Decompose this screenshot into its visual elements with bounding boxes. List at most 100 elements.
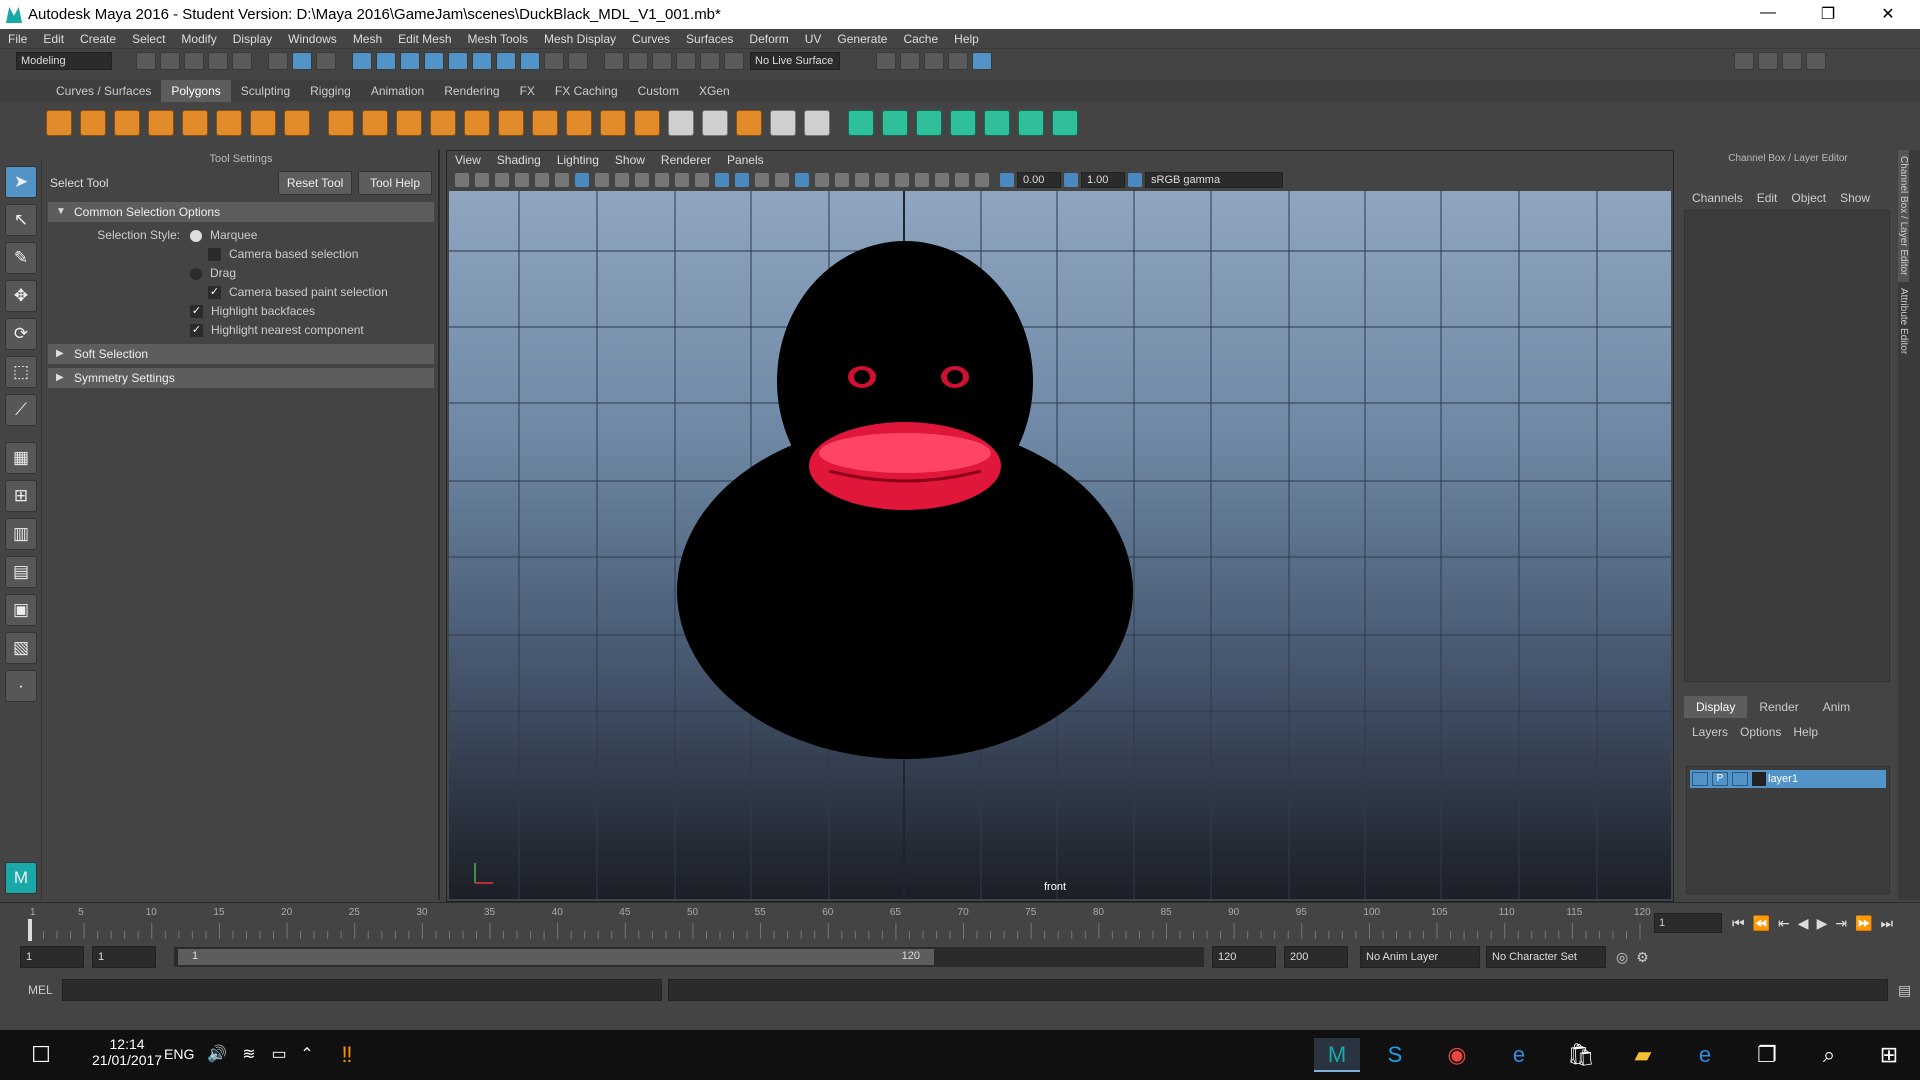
shelf-tab-animation[interactable]: Animation [361, 80, 434, 102]
extrude-icon[interactable] [566, 110, 592, 136]
channel-box-toggle-icon[interactable] [1806, 52, 1826, 70]
menu-edit[interactable]: Edit [43, 29, 64, 49]
vp-menu-show[interactable]: Show [615, 151, 645, 169]
side-tab-channel-box[interactable]: Channel Box / Layer Editor [1898, 150, 1909, 282]
new-scene-icon[interactable] [136, 52, 156, 70]
search-icon[interactable]: ⌕ [1812, 1038, 1846, 1072]
menu-mesh-tools[interactable]: Mesh Tools [468, 29, 528, 49]
store-icon[interactable]: 🛍 [1564, 1038, 1598, 1072]
view-transform-dropdown[interactable]: sRGB gamma [1145, 172, 1283, 188]
xray-components-icon[interactable] [975, 173, 989, 187]
spherical-map-icon[interactable] [916, 110, 942, 136]
black-rubber-duck-model[interactable] [677, 241, 1133, 759]
layer-tab-anim[interactable]: Anim [1811, 696, 1862, 718]
menu-display[interactable]: Display [233, 29, 272, 49]
menu-help[interactable]: Help [954, 29, 979, 49]
motion-blur-icon[interactable] [855, 173, 869, 187]
render-globals-icon[interactable] [972, 52, 992, 70]
merge-icon[interactable] [736, 110, 762, 136]
snap-grid-icon[interactable] [352, 52, 372, 70]
layer-help-menu[interactable]: Help [1793, 725, 1818, 739]
vp-menu-shading[interactable]: Shading [497, 151, 541, 169]
render-frame-icon[interactable] [900, 52, 920, 70]
ambient-occlusion-icon[interactable] [835, 173, 849, 187]
ipr-icon[interactable] [700, 52, 720, 70]
hypershade-icon[interactable] [948, 52, 968, 70]
current-time-marker[interactable] [28, 919, 32, 941]
tool-help-button[interactable]: Tool Help [358, 171, 432, 195]
edge-icon[interactable]: e [1688, 1038, 1722, 1072]
shelf-tab-rendering[interactable]: Rendering [434, 80, 509, 102]
gamma-field[interactable]: 1.00 [1081, 172, 1125, 188]
menuset-dropdown[interactable]: Modeling [16, 52, 112, 70]
attribute-editor-toggle-icon[interactable] [1782, 52, 1802, 70]
textured-icon[interactable] [775, 173, 789, 187]
vp-menu-view[interactable]: View [455, 151, 481, 169]
visibility-toggle[interactable] [1692, 772, 1708, 786]
camera-attributes-icon[interactable] [475, 173, 489, 187]
shelf-tab-polygons[interactable]: Polygons [161, 80, 231, 102]
go-to-end-icon[interactable]: ⏭ [1881, 915, 1894, 932]
poly-pipe-icon[interactable] [284, 110, 310, 136]
menu-create[interactable]: Create [80, 29, 116, 49]
construction-history-icon[interactable] [652, 52, 672, 70]
boolean-icon[interactable] [464, 110, 490, 136]
paint-select-icon[interactable]: ✎ [5, 242, 37, 274]
anim-end-field[interactable]: 200 [1284, 946, 1348, 968]
script-editor-icon[interactable]: ▤ [1898, 982, 1911, 999]
lock-icon[interactable] [544, 52, 564, 70]
move-tool-icon[interactable]: ✥ [5, 280, 37, 312]
chrome-icon[interactable]: ◉ [1440, 1038, 1474, 1072]
safe-action-icon[interactable] [675, 173, 689, 187]
four-view-icon[interactable]: ⊞ [5, 480, 37, 512]
safe-title-icon[interactable] [695, 173, 709, 187]
smooth-shade-icon[interactable] [735, 173, 749, 187]
menu-file[interactable]: File [8, 29, 27, 49]
channel-list-area[interactable] [1684, 210, 1890, 682]
menu-edit-mesh[interactable]: Edit Mesh [398, 29, 451, 49]
checker-map-icon[interactable] [1018, 110, 1044, 136]
layout-icon[interactable] [1758, 52, 1778, 70]
last-tool-icon[interactable]: ⟋ [5, 394, 37, 426]
show-hidden-icons-icon[interactable]: ⌃ [290, 1038, 324, 1072]
cb-show-menu[interactable]: Show [1840, 191, 1870, 205]
step-back-key-icon[interactable]: ⏪ [1753, 915, 1770, 932]
vp-menu-lighting[interactable]: Lighting [557, 151, 599, 169]
start-icon[interactable]: ⊞ [1872, 1038, 1906, 1072]
layer-options-menu[interactable]: Options [1740, 725, 1781, 739]
highlight-backfaces-checkbox[interactable]: ✓ [190, 305, 203, 319]
current-frame-field[interactable]: 1 [1654, 913, 1722, 933]
maximize-button[interactable]: ❐ [1808, 4, 1848, 26]
menu-surfaces[interactable]: Surfaces [686, 29, 733, 49]
shelf-tab-sculpting[interactable]: Sculpting [231, 80, 300, 102]
step-back-frame-icon[interactable]: ⇤ [1778, 915, 1790, 932]
volume-icon[interactable]: 🔊 [200, 1038, 234, 1072]
auto-key-icon[interactable]: ◎ [1616, 949, 1628, 966]
step-forward-frame-icon[interactable]: ⇥ [1835, 915, 1847, 932]
snap-point-icon[interactable] [400, 52, 420, 70]
shadows-icon[interactable] [815, 173, 829, 187]
cb-edit-menu[interactable]: Edit [1757, 191, 1778, 205]
side-tab-attribute-editor[interactable]: Attribute Editor [1898, 282, 1909, 360]
script-language-label[interactable]: MEL [28, 983, 62, 997]
image-plane-icon[interactable] [515, 173, 529, 187]
layer-name[interactable]: layer1 [1768, 773, 1798, 785]
step-forward-key-icon[interactable]: ⏩ [1855, 915, 1872, 932]
minimize-button[interactable]: — [1748, 4, 1788, 26]
resolution-gate-icon[interactable] [615, 173, 629, 187]
menu-curves[interactable]: Curves [632, 29, 670, 49]
menu-cache[interactable]: Cache [903, 29, 938, 49]
unfold-icon[interactable] [1052, 110, 1078, 136]
internet-explorer-icon[interactable]: e [1502, 1038, 1536, 1072]
mirror-icon[interactable] [498, 110, 524, 136]
persp-graph-icon[interactable]: ▤ [5, 556, 37, 588]
poly-plane-icon[interactable] [182, 110, 208, 136]
quad-draw-icon[interactable] [804, 110, 830, 136]
poly-sphere-icon[interactable] [46, 110, 72, 136]
camera-selection-checkbox[interactable] [208, 248, 221, 262]
undo-icon[interactable] [208, 52, 228, 70]
select-tool-icon[interactable]: ➤ [5, 166, 37, 198]
film-gate-icon[interactable] [595, 173, 609, 187]
go-to-start-icon[interactable]: ⏮ [1732, 915, 1745, 932]
common-selection-section[interactable]: ▼ Common Selection Options [48, 202, 434, 222]
